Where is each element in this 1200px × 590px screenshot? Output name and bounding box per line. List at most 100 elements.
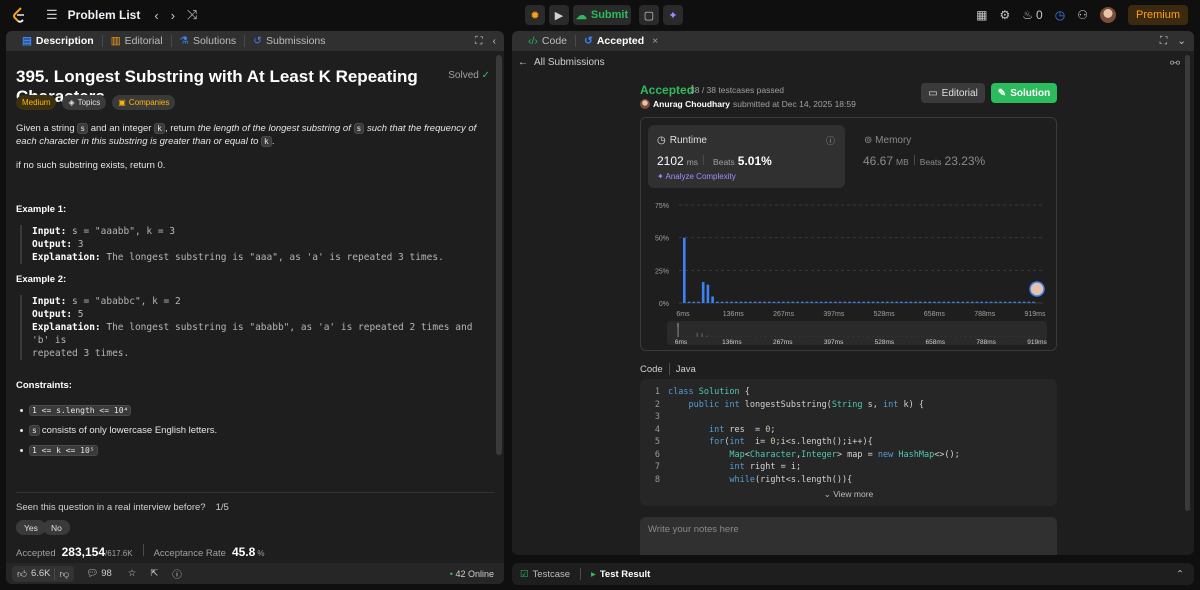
online-counter: • 42 Online: [449, 568, 494, 579]
comments-button[interactable]: 💬︎ 98: [86, 568, 112, 579]
y-tick-label: 75%: [655, 203, 669, 210]
streak-counter[interactable]: ♨ 0: [1022, 8, 1042, 22]
chart-bar: [805, 301, 809, 303]
code-line: 3: [640, 412, 668, 425]
lock-icon: ▣: [118, 98, 126, 107]
tab-submissions[interactable]: ↺ Submissions: [245, 35, 333, 47]
chart-bar: [697, 301, 700, 303]
notes-input[interactable]: Write your notes here: [640, 517, 1057, 555]
shuffle-icon[interactable]: ⤨: [187, 7, 197, 23]
chart-bar: [1022, 301, 1026, 303]
companies-chip[interactable]: ▣ Companies: [112, 95, 176, 110]
tab-accepted[interactable]: ↺ Accepted ×: [576, 35, 666, 47]
ai-button[interactable]: ✦: [663, 5, 683, 25]
difficulty-badge[interactable]: Medium: [16, 95, 57, 110]
cloud-upload-icon: ☁: [575, 9, 587, 22]
view-more-button[interactable]: ⌄ View more: [640, 489, 1057, 500]
x-tick-label: 919ms: [1024, 311, 1046, 318]
tab-editorial[interactable]: ▥ Editorial: [103, 35, 171, 47]
tab-testcase[interactable]: Testcase: [533, 569, 571, 580]
tab-code[interactable]: ‹/› Code: [520, 35, 575, 47]
like-button[interactable]: 👍︎ 6.6K 👎︎: [12, 565, 75, 582]
problem-list-link[interactable]: Problem List: [68, 8, 141, 22]
chevron-left-icon[interactable]: ‹: [154, 8, 158, 23]
online-dot: •: [449, 568, 453, 579]
acceptance-stats: Accepted 283,154/617.6K Acceptance Rate …: [16, 544, 265, 559]
chart-bar: [937, 301, 941, 303]
maximize-icon[interactable]: ⛶: [1160, 35, 1167, 48]
tab-description[interactable]: ▤ Description: [14, 35, 102, 47]
chart-bar: [796, 301, 799, 303]
runtime-card[interactable]: ◷ Runtime ⓘ 2102 ms Beats 5.01% ✦ Analyze C…: [648, 125, 845, 188]
line-number: 8: [654, 474, 660, 485]
mini-bar: [701, 333, 703, 337]
editorial-button[interactable]: ▭ Editorial: [921, 83, 985, 103]
chart-bar: [753, 301, 757, 303]
debug-button[interactable]: ✹: [525, 5, 545, 25]
share-icon[interactable]: ⇱: [150, 568, 158, 579]
top-bar: ☰ Problem List ‹ › ⤨ ✹ ▶ ☁ Submit ▢ ✦ ▦ ⚙…: [0, 0, 1200, 30]
console-panel: ☑ Testcase ▸ Test Result ⌃: [512, 563, 1194, 585]
submit-button[interactable]: ☁ Submit: [573, 5, 631, 25]
submission-panel: ‹/› Code ↺ Accepted × ⛶ ⌄ ← All Submissions …: [512, 31, 1194, 555]
list-icon[interactable]: ☰: [46, 7, 58, 23]
chart-bar: [961, 301, 965, 303]
memory-tab[interactable]: ⊚ Memory: [864, 135, 911, 146]
code-text: class Solution {: [668, 387, 750, 397]
yes-button[interactable]: Yes: [16, 520, 46, 535]
x-tick-label: 6ms: [676, 311, 690, 318]
code-heading: Code Java: [640, 363, 696, 375]
run-button[interactable]: ▶: [549, 5, 569, 25]
chart-bar: [947, 301, 950, 303]
submission-author: Anurag Choudhary submitted at Dec 14, 202…: [640, 99, 856, 109]
chart-bar: [716, 301, 719, 303]
solution-button[interactable]: ✎ Solution: [991, 83, 1057, 103]
avatar: [640, 99, 650, 109]
thumbs-up-icon: 👍︎: [17, 568, 27, 580]
slider-tick-label: 136ms: [722, 339, 742, 346]
chart-bar: [895, 301, 898, 303]
history-icon: ↺: [584, 35, 593, 47]
line-number: 2: [654, 399, 660, 410]
tab-test-result[interactable]: Test Result: [600, 569, 651, 580]
book-icon: ▥: [110, 35, 121, 47]
help-icon[interactable]: ⓘ: [172, 567, 182, 581]
chevron-right-icon[interactable]: ›: [171, 8, 175, 23]
close-icon[interactable]: ×: [652, 35, 658, 47]
note-button[interactable]: ▢: [639, 5, 659, 25]
collapse-icon[interactable]: ⌃: [1176, 569, 1184, 580]
topics-chip[interactable]: ◈ Topics: [62, 95, 107, 110]
chart-bar: [989, 301, 993, 303]
gear-icon[interactable]: ⚙: [1000, 8, 1011, 22]
layout-icon[interactable]: ▦: [976, 8, 987, 22]
code-viewer[interactable]: ⌄ View more 1 class Solution {2 public in…: [640, 379, 1057, 506]
link-icon[interactable]: ⚯: [1170, 56, 1180, 70]
premium-button[interactable]: Premium: [1127, 5, 1188, 25]
tab-solutions[interactable]: ⚗ Solutions: [172, 35, 245, 47]
slider-tick-label: 919ms: [1027, 339, 1047, 346]
thumbs-down-icon[interactable]: 👎︎: [59, 568, 69, 580]
info-icon[interactable]: ⓘ: [826, 134, 835, 147]
all-submissions-link[interactable]: ← All Submissions: [518, 57, 605, 68]
add-user-icon[interactable]: ⚇: [1077, 8, 1088, 22]
collapse-icon[interactable]: ⌄: [1177, 35, 1186, 48]
timer-icon[interactable]: ◷: [1055, 8, 1065, 22]
chart-bar: [862, 301, 865, 303]
avatar[interactable]: [1099, 7, 1116, 23]
clock-icon: ◷: [657, 135, 666, 146]
runtime-distribution-chart[interactable]: 75% 50% 25% 0% 6ms 136ms 267ms 397ms 528ms 658ms 7…: [641, 193, 1056, 350]
no-button[interactable]: No: [43, 520, 70, 535]
example-2-heading: Example 2:: [16, 274, 67, 285]
chevron-down-icon: ⌄: [823, 489, 831, 499]
star-icon[interactable]: ☆: [128, 568, 137, 579]
leetcode-logo-icon[interactable]: [10, 6, 28, 24]
scrollbar[interactable]: [1185, 55, 1190, 511]
comment-icon: 💬︎: [86, 568, 99, 579]
scrollbar[interactable]: [496, 55, 502, 455]
book-icon: ▭: [928, 87, 938, 99]
example-1-heading: Example 1:: [16, 204, 67, 215]
analyze-complexity-link[interactable]: ✦ Analyze Complexity: [657, 172, 736, 181]
collapse-icon[interactable]: ‹: [493, 35, 497, 48]
document-icon: ▤: [22, 35, 32, 47]
maximize-icon[interactable]: ⛶: [475, 35, 482, 48]
